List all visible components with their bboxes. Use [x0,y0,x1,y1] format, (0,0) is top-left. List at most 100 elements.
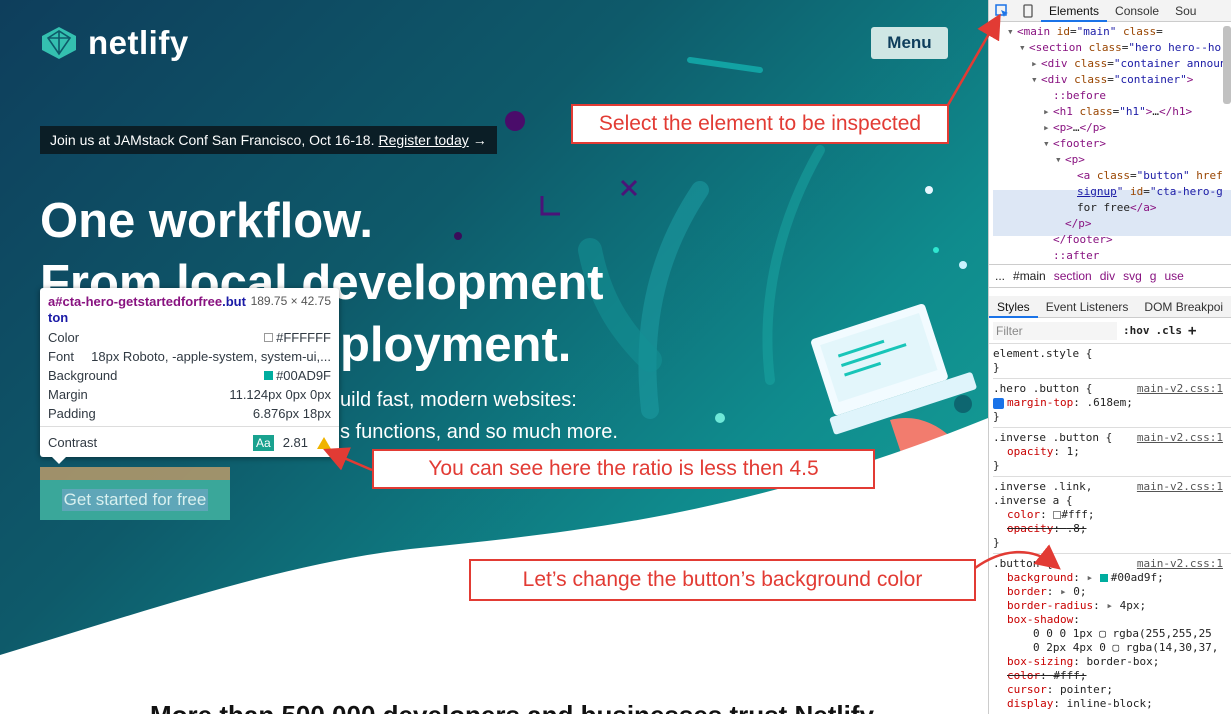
hero-subtext-line-2: s functions, and so much more. [340,421,618,443]
dom-node-line[interactable]: ▾ <footer> [989,136,1231,152]
hov-toggle[interactable]: :hov [1123,324,1150,337]
logo-text: netlify [88,24,189,61]
callout-change-background: Let’s change the button’s background col… [469,559,976,601]
dom-node-line[interactable]: ::after [989,248,1231,264]
dom-node-line[interactable]: ▾ <main id="main" class= [989,24,1231,40]
trust-text: More than 500,000 developers and busines… [150,700,874,714]
hero-heading-line-1: One workflow. [40,194,374,248]
tooltip-row-background: Background #00AD9F [48,368,331,383]
hero-heading-line-3: ployment. [340,318,572,372]
tab-sources[interactable]: Sou [1167,0,1204,22]
background-swatch-icon [264,371,274,380]
dom-node-line[interactable]: </p> [989,216,1231,232]
tree-toggle-icon: ▸ [1031,57,1038,70]
css-property[interactable]: background: ▸ #00ad9f; [993,571,1231,585]
tab-console[interactable]: Console [1107,0,1167,22]
inspect-tooltip: a#cta-hero-getstartedforfree.button 189.… [40,288,339,464]
rule-hero-button: main-v2.css:1 .hero .button { margin-top… [993,379,1231,428]
expand-icon: ▸ [1086,571,1100,584]
menu-button[interactable]: Menu [871,27,948,59]
hero-subtext-line-1: uild fast, modern websites: [340,389,577,411]
css-property[interactable]: border-radius: ▸ 4px; [993,599,1231,613]
rule-source-link[interactable]: main-v2.css:1 [1137,480,1223,494]
tooltip-row-padding: Padding 6.876px 18px [48,406,331,421]
expand-icon: ▸ [1060,585,1074,598]
tooltip-selector: a#cta-hero-getstartedforfree.button [48,294,246,325]
expand-icon: ▸ [1106,599,1120,612]
breadcrumb-item[interactable]: div [1100,269,1115,283]
tree-toggle-icon: ▸ [1043,121,1050,134]
css-property[interactable]: box-shadow: [993,613,1231,627]
dom-node-line[interactable]: for free</a> [989,200,1231,216]
tree-toggle-icon: ▸ [1043,105,1050,118]
inspect-element-icon[interactable] [989,0,1015,22]
styles-rules: element.style {} main-v2.css:1 .hero .bu… [989,344,1231,714]
rule-button: main-v2.css:1 .button { background: ▸ #0… [993,554,1231,714]
css-property[interactable]: 0 2px 4px 0 ▢ rgba(14,30,37, [993,641,1231,655]
css-property[interactable]: cursor: pointer; [993,683,1231,697]
styles-filter-bar: Filter :hov .cls + [989,318,1231,344]
rule-inverse-button: main-v2.css:1 .inverse .button { opacity… [993,428,1231,477]
warning-icon [317,436,331,449]
announcement-text: Join us at JAMstack Conf San Francisco, … [50,132,375,148]
rule-element-style: element.style {} [993,344,1231,379]
dom-node-line[interactable]: ▾ <div class="container"> [989,72,1231,88]
rule-source-link[interactable]: main-v2.css:1 [1137,431,1223,445]
register-today-link[interactable]: Register today [378,132,468,148]
dom-node-line[interactable]: signup" id="cta-hero-g [989,184,1231,200]
devtools-panel: Elements Console Sou ▾ <main id="main" cl… [988,0,1231,714]
breadcrumb-item[interactable]: #main [1013,269,1046,283]
dom-node-line[interactable]: ▾ <p> [989,152,1231,168]
dom-node-line[interactable]: </footer> [989,232,1231,248]
cls-toggle[interactable]: .cls [1156,324,1183,337]
announcement-banner: Join us at JAMstack Conf San Francisco, … [40,126,497,154]
color-swatch-icon [264,333,274,342]
css-property[interactable]: 0 0 0 1px ▢ rgba(255,255,25 [993,627,1231,641]
tab-dom-breakpoints[interactable]: DOM Breakpoi [1136,296,1231,318]
dom-node-line[interactable]: ▸ <div class="container announ [989,56,1231,72]
netlify-logo-icon [42,27,76,59]
contrast-ratio: 2.81 [282,435,308,450]
arrow-right-icon: → [472,132,487,148]
device-toolbar-icon[interactable] [1015,0,1041,22]
breadcrumb-item[interactable]: ... [995,269,1005,283]
dom-node-line[interactable]: ::before [989,88,1231,104]
tree-toggle-icon: ▾ [1055,153,1062,166]
dom-scrollbar[interactable] [1223,26,1231,104]
rule-source-link[interactable]: main-v2.css:1 [1137,557,1223,571]
css-property[interactable]: color: #fff; [993,669,1231,683]
new-rule-button[interactable]: + [1188,323,1196,339]
css-property[interactable]: border: ▸ 0; [993,585,1231,599]
breadcrumb-item[interactable]: svg [1123,269,1142,283]
tree-toggle-icon: ▾ [1043,137,1050,150]
get-started-button[interactable]: Get started for free [40,480,230,520]
styles-filter-input[interactable]: Filter [993,321,1117,340]
tooltip-row-color: Color #FFFFFF [48,330,331,345]
contrast-badge: Aa [253,434,274,451]
tab-elements[interactable]: Elements [1041,0,1108,22]
dom-node-line[interactable]: <a class="button" href [989,168,1231,184]
callout-contrast-ratio: You can see here the ratio is less then … [372,449,875,489]
breadcrumb-item[interactable]: section [1054,269,1092,283]
dom-node-line[interactable]: ▸ <h1 class="h1">…</h1> [989,104,1231,120]
devtools-tabbar: Elements Console Sou [989,0,1231,22]
tree-toggle-icon: ▾ [1007,25,1014,38]
styles-tabbar: Styles Event Listeners DOM Breakpoi [989,296,1231,318]
netlify-logo[interactable]: netlify [40,24,189,62]
css-property[interactable]: display: inline-block; [993,697,1231,711]
tab-event-listeners[interactable]: Event Listeners [1038,296,1137,318]
breadcrumb-item[interactable]: use [1164,269,1183,283]
css-property[interactable]: box-sizing: border-box; [993,655,1231,669]
tooltip-row-margin: Margin 11.124px 0px 0px [48,387,331,402]
dom-tree[interactable]: ▾ <main id="main" class= ▾ <section class="… [989,22,1231,264]
tab-styles[interactable]: Styles [989,296,1038,318]
tree-toggle-icon: ▾ [1019,41,1026,54]
get-started-label: Get started for free [61,489,209,511]
breadcrumb-item[interactable]: g [1150,269,1157,283]
rule-source-link[interactable]: main-v2.css:1 [1137,382,1223,396]
tooltip-dimensions: 189.75 × 42.75 [250,294,331,308]
dom-node-line[interactable]: ▾ <section class="hero hero--ho [989,40,1231,56]
property-checkbox[interactable] [993,397,1004,409]
dom-node-line[interactable]: ▸ <p>…</p> [989,120,1231,136]
tooltip-row-contrast: Contrast Aa 2.81 [48,433,331,452]
